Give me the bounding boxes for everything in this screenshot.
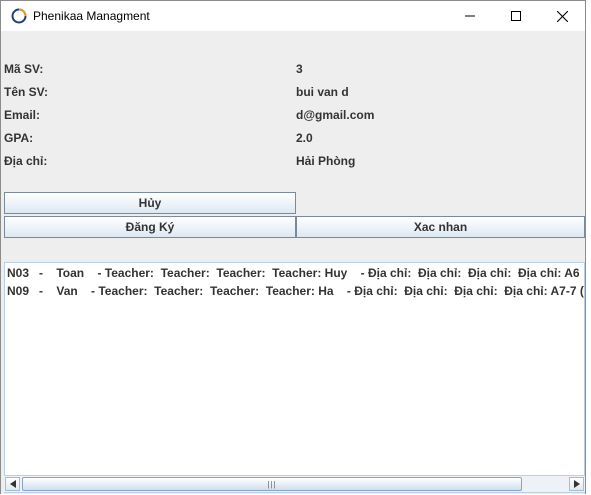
scroll-thumb[interactable]: ||| bbox=[22, 477, 522, 491]
minimize-button[interactable] bbox=[447, 1, 493, 31]
address-value: Hải Phòng bbox=[296, 154, 356, 168]
gpa-value: 2.0 bbox=[296, 131, 313, 145]
app-window: Phenikaa Managment Mã SV: 3 Tên SV: bui … bbox=[0, 0, 586, 494]
class-list[interactable]: N03 - Toan - Teacher: Teacher: Teacher: … bbox=[4, 262, 585, 493]
email-label: Email: bbox=[4, 108, 41, 122]
phenikaa-logo-icon bbox=[11, 8, 27, 24]
close-button[interactable] bbox=[539, 1, 585, 31]
scroll-left-button[interactable] bbox=[5, 477, 20, 491]
chevron-right-icon bbox=[573, 480, 580, 488]
email-value: d@gmail.com bbox=[296, 108, 375, 122]
close-icon bbox=[556, 10, 568, 22]
chevron-left-icon bbox=[9, 480, 16, 488]
register-button[interactable]: Đăng Ký bbox=[4, 216, 296, 238]
list-item[interactable]: N09 - Van - Teacher: Teacher: Teacher: T… bbox=[7, 284, 584, 298]
scroll-right-button[interactable] bbox=[569, 477, 584, 491]
student-id-label: Mã SV: bbox=[4, 62, 44, 76]
scroll-grip: ||| bbox=[267, 479, 277, 489]
form-panel: Mã SV: 3 Tên SV: bui van d Email: d@gmai… bbox=[1, 31, 585, 494]
title-bar[interactable]: Phenikaa Managment bbox=[1, 1, 585, 31]
maximize-icon bbox=[511, 11, 521, 21]
maximize-button[interactable] bbox=[493, 1, 539, 31]
student-id-value: 3 bbox=[296, 62, 303, 76]
list-item[interactable]: N03 - Toan - Teacher: Teacher: Teacher: … bbox=[7, 266, 580, 280]
gpa-label: GPA: bbox=[4, 131, 34, 145]
cancel-button[interactable]: Hủy bbox=[4, 192, 296, 214]
student-name-label: Tên SV: bbox=[4, 85, 49, 99]
background-ide-strip bbox=[586, 0, 591, 495]
confirm-button[interactable]: Xac nhan bbox=[296, 216, 585, 238]
minimize-icon bbox=[465, 15, 475, 17]
address-label: Địa chỉ: bbox=[4, 154, 48, 168]
window-title: Phenikaa Managment bbox=[33, 9, 150, 23]
student-name-value: bui van d bbox=[296, 85, 349, 99]
horizontal-scrollbar[interactable]: ||| bbox=[4, 475, 585, 492]
